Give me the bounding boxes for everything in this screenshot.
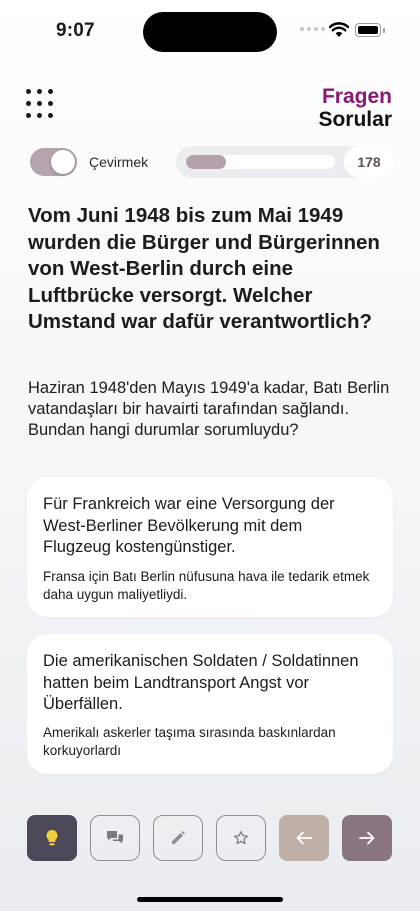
translate-toggle-label: Çevirmek <box>89 154 149 170</box>
bottom-toolbar <box>27 815 394 863</box>
hint-button[interactable] <box>27 815 77 861</box>
lightbulb-icon <box>46 830 58 846</box>
status-time: 9:07 <box>56 20 95 41</box>
question-text-de: Vom Juni 1948 bis zum Mai 1949 wurden di… <box>28 204 380 333</box>
page-title-de: Fragen <box>321 85 392 108</box>
page-title-tr: Sorular <box>318 108 392 131</box>
status-bar: 9:07 <box>0 0 420 62</box>
battery-icon <box>355 23 385 37</box>
arrow-left-icon <box>296 831 312 845</box>
previous-button[interactable] <box>279 815 329 861</box>
arrow-right-icon <box>359 831 375 845</box>
next-button[interactable] <box>342 815 392 861</box>
translate-toggle[interactable] <box>30 148 77 176</box>
comment-button[interactable] <box>90 815 140 861</box>
answer-text-tr: Fransa için Batı Berlin nüfusuna hava il… <box>43 569 370 602</box>
answer-text-de: Für Frankreich war eine Versorgung der W… <box>43 495 335 556</box>
home-indicator <box>137 897 283 902</box>
pencil-icon <box>172 831 185 844</box>
progress-fill <box>186 155 227 169</box>
answer-text-tr: Amerikalı askerler taşıma sırasında bask… <box>43 725 336 758</box>
edit-button[interactable] <box>153 815 203 861</box>
answer-text-de: Die amerikanischen Soldaten / Soldatinne… <box>43 652 359 713</box>
chat-bubbles-icon <box>107 831 123 844</box>
answer-option[interactable]: Für Frankreich war eine Versorgung der W… <box>27 477 393 617</box>
grid-menu-icon[interactable] <box>26 89 56 119</box>
answer-option[interactable]: Die amerikanischen Soldaten / Soldatinne… <box>27 634 393 774</box>
favorite-button[interactable] <box>216 815 266 861</box>
star-icon <box>234 831 248 845</box>
toggle-knob <box>51 150 75 174</box>
question-text-tr: Haziran 1948'den Mayıs 1949'a kadar, Bat… <box>28 379 390 439</box>
wifi-icon <box>329 22 349 37</box>
question-count-badge: 178 <box>344 146 394 178</box>
cellular-signal-icon <box>300 27 325 31</box>
progress-bar <box>186 155 335 169</box>
dynamic-island <box>143 12 277 52</box>
